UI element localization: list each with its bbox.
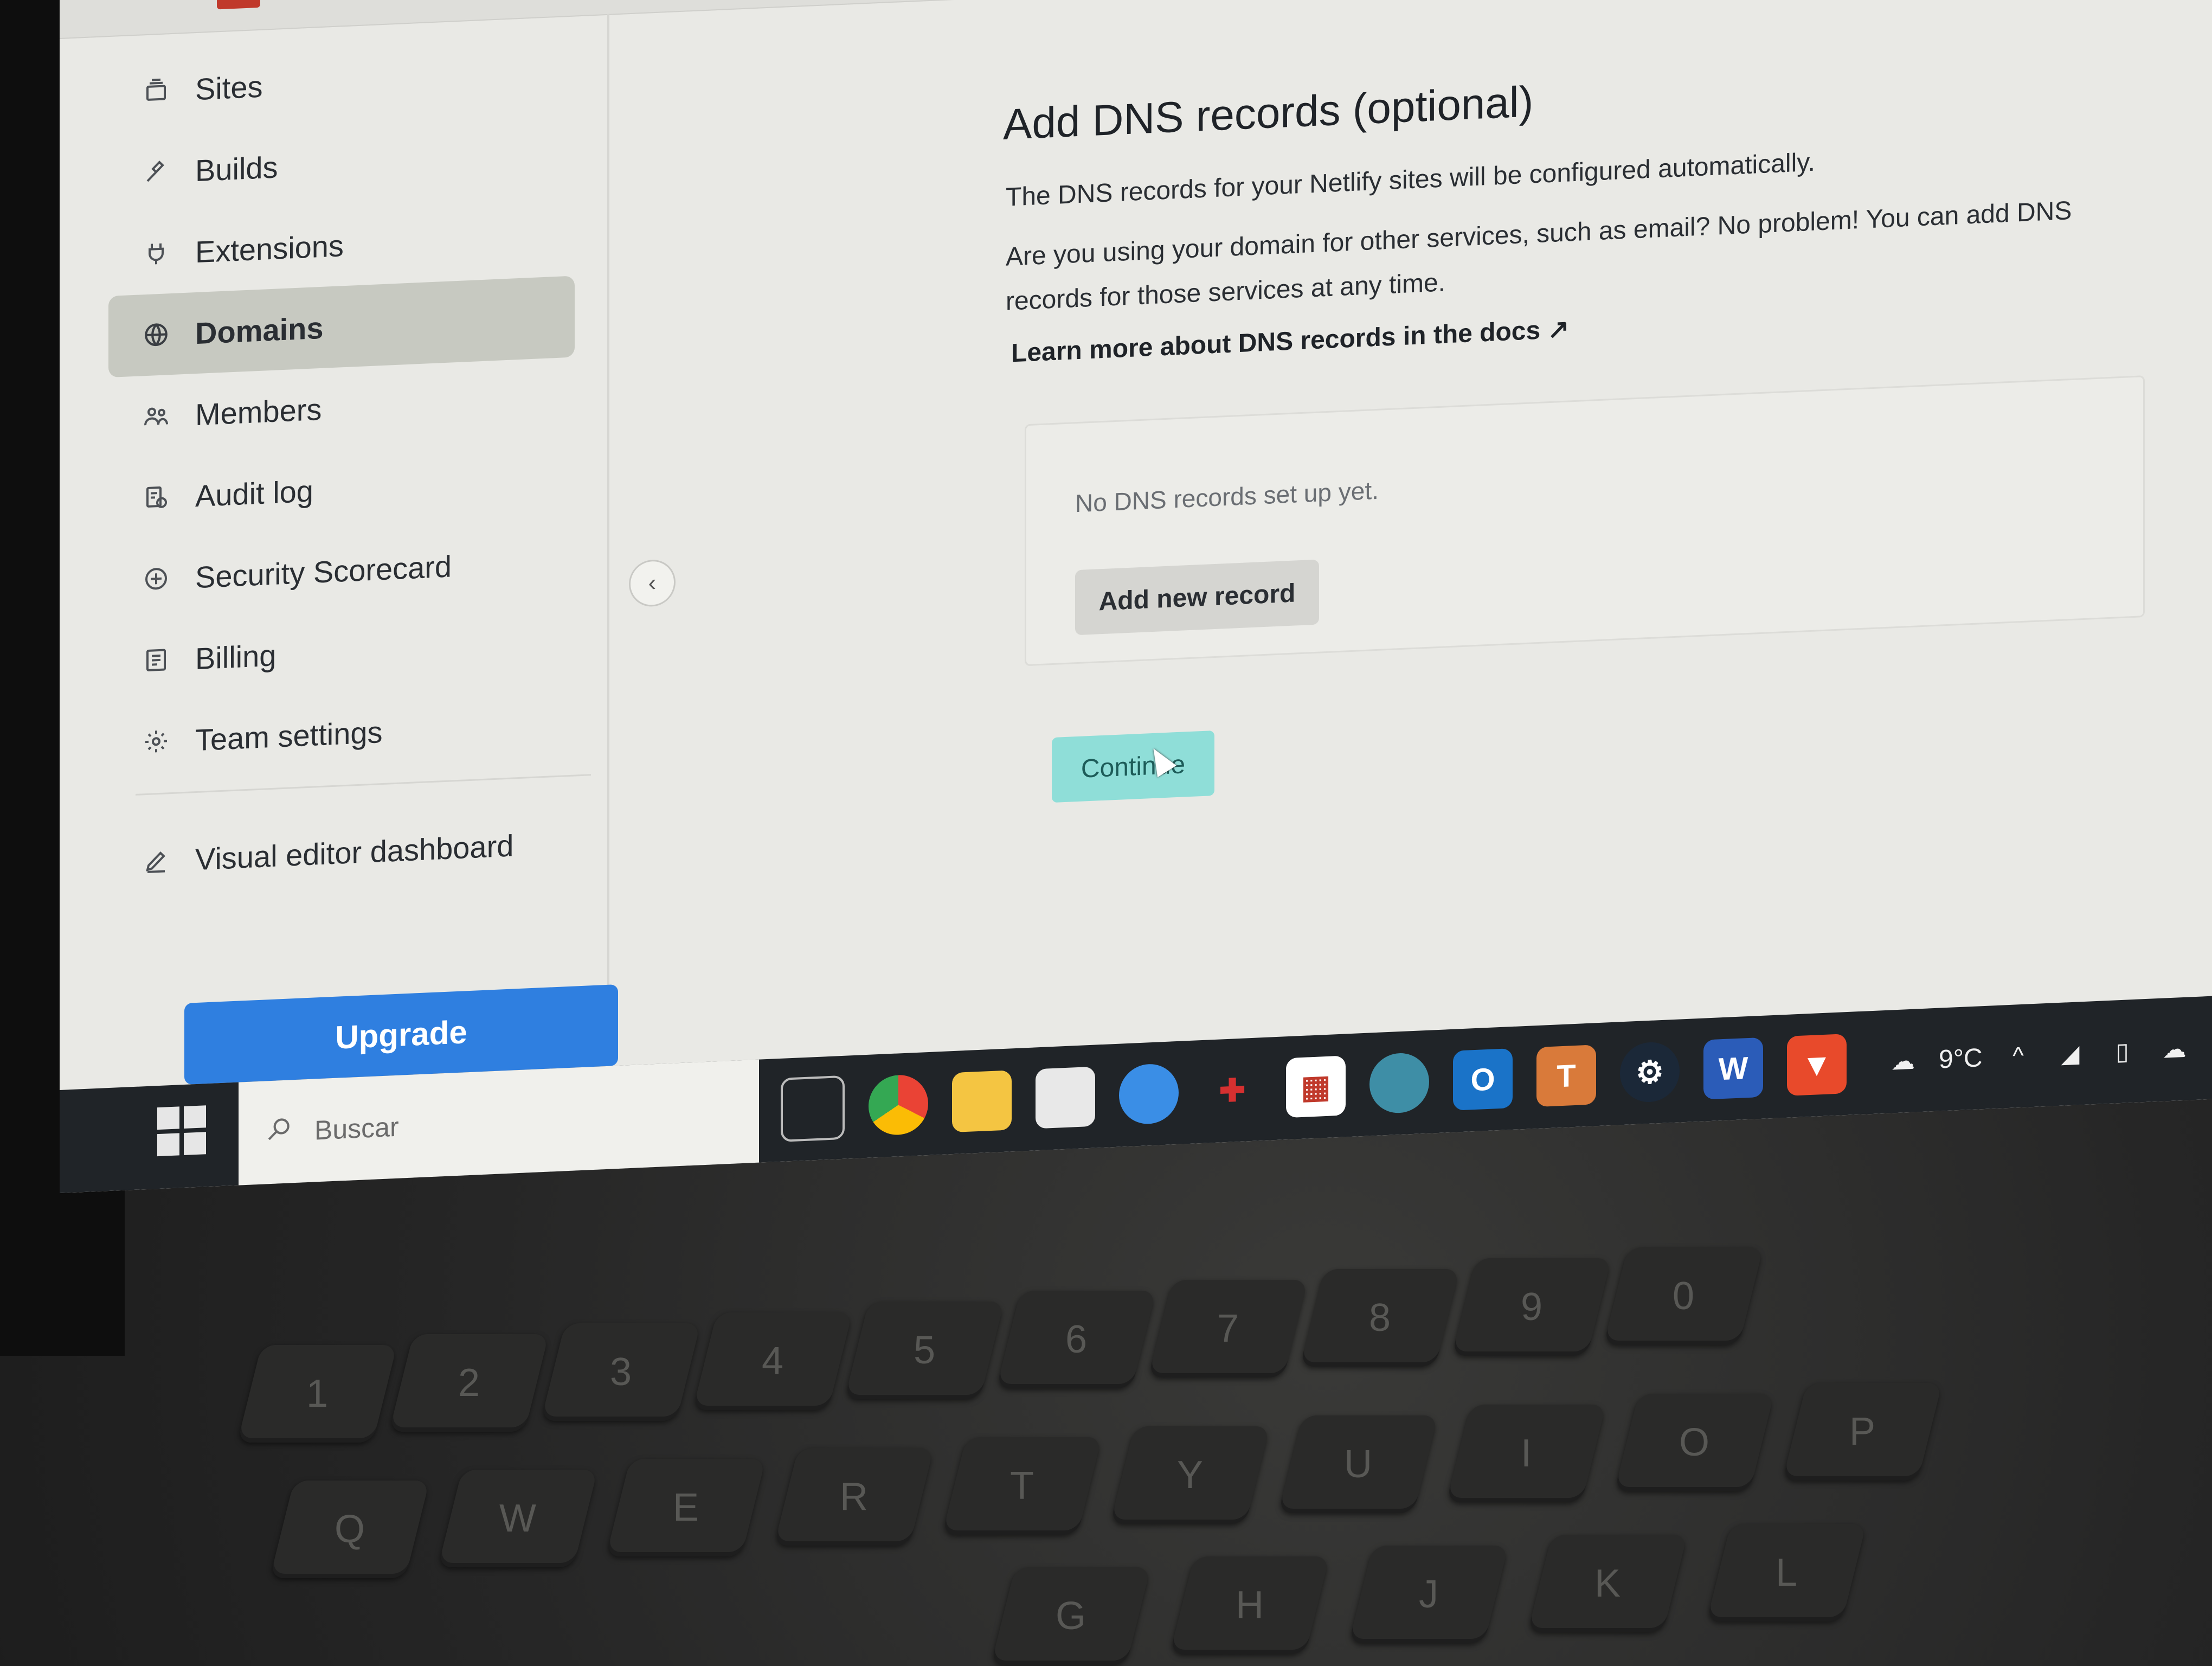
learn-more-docs-link[interactable]: Learn more about DNS records in the docs… [1011,313,1570,368]
battery-icon[interactable]: ▯ [2106,1035,2139,1069]
page-title: Add DNS records (optional) [1003,77,1534,149]
keyboard-key: Q [269,1481,430,1578]
security-scorecard-icon [141,563,171,594]
keyboard-key: U [1278,1415,1438,1513]
sidebar-item-label: Extensions [195,228,344,269]
sidebar: Sites Builds Extensions Domains Members [60,14,676,1091]
keyboard-key: 7 [1148,1280,1308,1377]
domains-icon [141,319,171,350]
gear-icon [141,726,171,757]
keyboard-key: I [1446,1405,1606,1502]
continue-button[interactable]: Continue [1052,731,1214,803]
keyboard-key: E [606,1459,766,1556]
keyboard-key: L [1706,1524,1867,1622]
keyboard-key: 3 [541,1323,701,1421]
sidebar-item-label: Visual editor dashboard [195,828,514,876]
keyboard-key: O [1614,1394,1774,1491]
keyboard-key: 9 [1451,1258,1612,1356]
sidebar-item-label: Domains [195,310,324,350]
keyboard-key: T [942,1437,1102,1535]
keyboard-key: G [991,1567,1151,1665]
laptop-keyboard: 1 2 3 4 5 6 7 8 9 0 Q W E R T Y U I O P … [0,1220,2212,1666]
keyboard-key: 2 [389,1334,549,1432]
edge-legacy-icon[interactable] [1119,1062,1179,1125]
brave-icon[interactable]: ▼ [1787,1034,1847,1096]
sidebar-item-label: Billing [195,638,276,676]
sidebar-item-label: Members [195,392,322,432]
main-content: Add DNS records (optional) The DNS recor… [607,0,2212,1066]
keyboard-key: R [774,1448,934,1546]
keyboard-key: 4 [692,1312,853,1410]
keyboard-key: 0 [1603,1247,1764,1345]
keyboard-key: J [1348,1546,1509,1643]
sidebar-item-label: Sites [195,69,263,106]
gift-app-icon[interactable]: ▦ [1286,1055,1346,1118]
sidebar-item-visual-editor-dashboard[interactable]: Visual editor dashboard [108,802,575,904]
pen-icon[interactable]: ✎ [2210,1030,2212,1064]
laptop-screen: Sites Builds Extensions Domains Members [60,0,2212,1194]
keyboard-key: P [1782,1383,1943,1481]
learn-more-link-text: Learn more about DNS records in the docs [1011,316,1541,368]
sidebar-item-label: Audit log [195,473,313,513]
steam-icon[interactable]: ⚙ [1620,1041,1680,1104]
keyboard-key: 1 [237,1345,397,1443]
task-view-icon[interactable] [781,1075,845,1142]
sidebar-item-label: Builds [195,149,278,188]
sidebar-item-label: Team settings [195,714,383,757]
pencil-icon [141,845,171,876]
external-link-icon: ↗ [1547,315,1570,345]
chrome-icon[interactable] [869,1074,928,1136]
windows-start-button[interactable] [157,1105,206,1157]
keyboard-key: 5 [844,1302,1005,1399]
temperature-readout[interactable]: 9°C [1939,1043,1983,1075]
builds-icon [141,156,171,188]
keyboard-key: 6 [996,1291,1156,1388]
microsoft-store-icon[interactable] [1036,1066,1095,1129]
dns-records-card: No DNS records set up yet. Add new recor… [1025,375,2145,667]
file-explorer-icon[interactable] [952,1070,1012,1133]
outlook-icon[interactable]: O [1453,1048,1513,1111]
empty-state-text: No DNS records set up yet. [1075,476,1379,518]
onedrive-icon[interactable]: ☁ [2158,1032,2191,1066]
members-icon [141,400,171,432]
network-icon[interactable]: ◢ [2054,1037,2087,1071]
sidebar-item-label: Security Scorecard [195,548,452,594]
keyboard-key: 8 [1300,1269,1460,1367]
billing-icon [141,644,171,676]
chevron-up-icon[interactable]: ^ [2002,1039,2035,1073]
system-tray: ☁ 9°C ^ ◢ ▯ ☁ ✎ [1887,1016,2212,1092]
search-placeholder: Buscar [314,1111,399,1146]
weather-icon[interactable]: ☁ [1887,1044,1919,1078]
search-icon [266,1114,293,1149]
sites-icon [141,75,171,106]
audit-log-icon [141,482,171,513]
puzzle-app-icon[interactable]: ✚ [1203,1059,1262,1122]
keyboard-key: K [1527,1535,1688,1632]
word-icon[interactable]: W [1703,1037,1763,1100]
extensions-icon [141,238,171,269]
keyboard-key: Y [1110,1426,1270,1524]
app-logo[interactable] [217,0,260,10]
keyboard-key: W [438,1470,598,1567]
edge-icon[interactable] [1369,1052,1429,1114]
teams-icon[interactable]: T [1536,1045,1596,1107]
add-new-record-button[interactable]: Add new record [1075,559,1319,636]
keyboard-key: H [1169,1556,1330,1654]
